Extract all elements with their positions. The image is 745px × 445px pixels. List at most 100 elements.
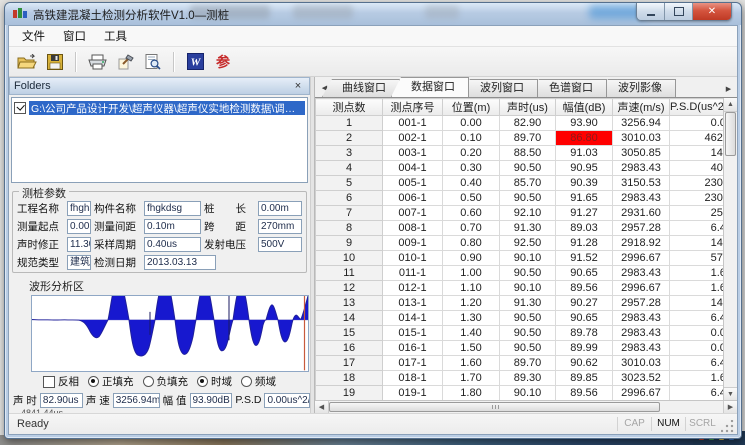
table-cell[interactable]: 1.50 xyxy=(443,341,500,356)
resize-grip-icon[interactable] xyxy=(721,420,735,434)
repair-button[interactable] xyxy=(113,50,137,74)
table-cell[interactable]: 90.65 xyxy=(556,311,613,326)
table-cell[interactable]: 2931.60 xyxy=(613,206,670,221)
table-row[interactable]: 15015-11.4090.5089.782983.430.00 xyxy=(316,326,736,341)
table-cell[interactable]: 0.10 xyxy=(443,131,500,146)
vscroll-thumb[interactable] xyxy=(725,112,736,156)
table-cell[interactable]: 1.70 xyxy=(443,371,500,386)
tab-2[interactable]: 波列窗口 xyxy=(460,79,538,97)
freq-domain-radio[interactable]: 频域 xyxy=(241,374,276,389)
table-cell[interactable]: 0.00 xyxy=(443,116,500,131)
table-cell[interactable]: 91.65 xyxy=(556,191,613,206)
table-cell[interactable]: 89.56 xyxy=(556,281,613,296)
table-cell[interactable]: 013-1 xyxy=(383,296,443,311)
table-cell[interactable]: 0.70 xyxy=(443,221,500,236)
table-cell[interactable]: 002-1 xyxy=(383,131,443,146)
column-header[interactable]: 声速(m/s) xyxy=(613,99,670,116)
table-cell[interactable]: 2996.67 xyxy=(613,251,670,266)
table-cell[interactable]: 92.50 xyxy=(500,236,556,251)
tab-scroll-right-icon[interactable]: ▶ xyxy=(722,82,735,95)
hscroll-thumb[interactable] xyxy=(329,402,660,412)
table-cell[interactable]: 89.85 xyxy=(556,371,613,386)
table-cell[interactable]: 90.50 xyxy=(500,341,556,356)
tab-3[interactable]: 色谱窗口 xyxy=(529,79,607,97)
scroll-right-icon[interactable]: ▶ xyxy=(723,401,737,413)
table-cell[interactable]: 11 xyxy=(316,266,383,281)
table-cell[interactable]: 017-1 xyxy=(383,356,443,371)
column-header[interactable]: 测点数 xyxy=(316,99,383,116)
table-cell[interactable]: 1.30 xyxy=(443,311,500,326)
table-cell[interactable]: 2983.43 xyxy=(613,326,670,341)
table-cell[interactable]: 4 xyxy=(316,161,383,176)
table-cell[interactable]: 18 xyxy=(316,371,383,386)
preview-button[interactable] xyxy=(141,50,165,74)
table-row[interactable]: 8008-10.7091.3089.032957.286.40 xyxy=(316,221,736,236)
table-cell[interactable]: 8 xyxy=(316,221,383,236)
table-cell[interactable]: 89.03 xyxy=(556,221,613,236)
table-cell[interactable]: 89.70 xyxy=(500,131,556,146)
table-cell[interactable]: 3023.52 xyxy=(613,371,670,386)
table-cell[interactable]: 0.40 xyxy=(443,176,500,191)
table-cell[interactable]: 1.40 xyxy=(443,326,500,341)
table-cell[interactable]: 2983.43 xyxy=(613,266,670,281)
table-cell[interactable]: 018-1 xyxy=(383,371,443,386)
param-field[interactable]: 500V xyxy=(258,237,302,252)
table-cell[interactable]: 1 xyxy=(316,116,383,131)
table-cell[interactable]: 2983.43 xyxy=(613,161,670,176)
table-cell[interactable]: 89.78 xyxy=(556,326,613,341)
table-cell[interactable]: 91.30 xyxy=(500,296,556,311)
table-row[interactable]: 4004-10.3090.5090.952983.4340.0 xyxy=(316,161,736,176)
table-cell[interactable]: 001-1 xyxy=(383,116,443,131)
tab-1[interactable]: 数据窗口 xyxy=(391,77,469,97)
table-cell[interactable]: 1.80 xyxy=(443,386,500,401)
folder-checkbox[interactable] xyxy=(14,102,26,114)
table-cell[interactable]: 92.10 xyxy=(500,206,556,221)
table-row[interactable]: 11011-11.0090.5090.652983.431.60 xyxy=(316,266,736,281)
folder-list-item[interactable]: G:\公司产品设计开发\超声仪器\超声仪实地检测数据\调桩\qd\qd03\qd… xyxy=(14,101,305,115)
table-cell[interactable]: 17 xyxy=(316,356,383,371)
table-cell[interactable]: 007-1 xyxy=(383,206,443,221)
table-cell[interactable]: 89.30 xyxy=(500,371,556,386)
table-cell[interactable]: 88.50 xyxy=(500,146,556,161)
folders-listbox[interactable]: G:\公司产品设计开发\超声仪器\超声仪实地检测数据\调桩\qd\qd03\qd… xyxy=(11,97,308,183)
table-cell[interactable]: 85.70 xyxy=(500,176,556,191)
table-cell[interactable]: 1.20 xyxy=(443,296,500,311)
table-cell[interactable]: 14 xyxy=(316,311,383,326)
table-cell[interactable]: 015-1 xyxy=(383,326,443,341)
table-cell[interactable]: 0.80 xyxy=(443,236,500,251)
table-cell[interactable]: 016-1 xyxy=(383,341,443,356)
table-cell[interactable]: 0.50 xyxy=(443,191,500,206)
table-cell[interactable]: 2957.28 xyxy=(613,221,670,236)
table-cell[interactable]: 90.65 xyxy=(556,266,613,281)
table-cell[interactable]: 90.50 xyxy=(500,311,556,326)
tab-4[interactable]: 波列影像 xyxy=(598,79,676,97)
table-row[interactable]: 3003-10.2088.5091.033050.8514.4 xyxy=(316,146,736,161)
table-cell[interactable]: 0.30 xyxy=(443,161,500,176)
table-cell[interactable]: 9 xyxy=(316,236,383,251)
readout-field[interactable]: 3256.94m/s xyxy=(113,393,160,408)
params-button[interactable]: 参 xyxy=(211,50,235,74)
table-cell[interactable]: 15 xyxy=(316,326,383,341)
table-cell[interactable]: 90.50 xyxy=(500,266,556,281)
table-cell[interactable]: 90.39 xyxy=(556,176,613,191)
table-cell[interactable]: 005-1 xyxy=(383,176,443,191)
table-cell[interactable]: 91.52 xyxy=(556,251,613,266)
table-cell[interactable]: 91.03 xyxy=(556,146,613,161)
table-cell[interactable]: 2983.43 xyxy=(613,341,670,356)
close-button[interactable]: ✕ xyxy=(693,3,731,20)
table-row[interactable]: 16016-11.5090.5089.992983.430.00 xyxy=(316,341,736,356)
table-cell[interactable]: 91.27 xyxy=(556,206,613,221)
table-cell[interactable]: 1.00 xyxy=(443,266,500,281)
table-cell[interactable]: 82.90 xyxy=(500,116,556,131)
highlighted-cell[interactable]: 86.80 xyxy=(556,131,613,146)
pane-close-icon[interactable]: × xyxy=(291,80,305,92)
column-header[interactable]: 测点序号 xyxy=(383,99,443,116)
table-cell[interactable]: 90.62 xyxy=(556,356,613,371)
param-field[interactable]: 建筑规范 xyxy=(67,255,91,270)
column-header[interactable]: 幅值(dB) xyxy=(556,99,613,116)
table-row[interactable]: 5005-10.4085.7090.393150.53230.4 xyxy=(316,176,736,191)
param-field[interactable]: 0.40us xyxy=(144,237,201,252)
table-cell[interactable]: 3050.85 xyxy=(613,146,670,161)
menu-item-1[interactable]: 窗口 xyxy=(54,26,95,46)
table-row[interactable]: 7007-10.6092.1091.272931.6025.6 xyxy=(316,206,736,221)
